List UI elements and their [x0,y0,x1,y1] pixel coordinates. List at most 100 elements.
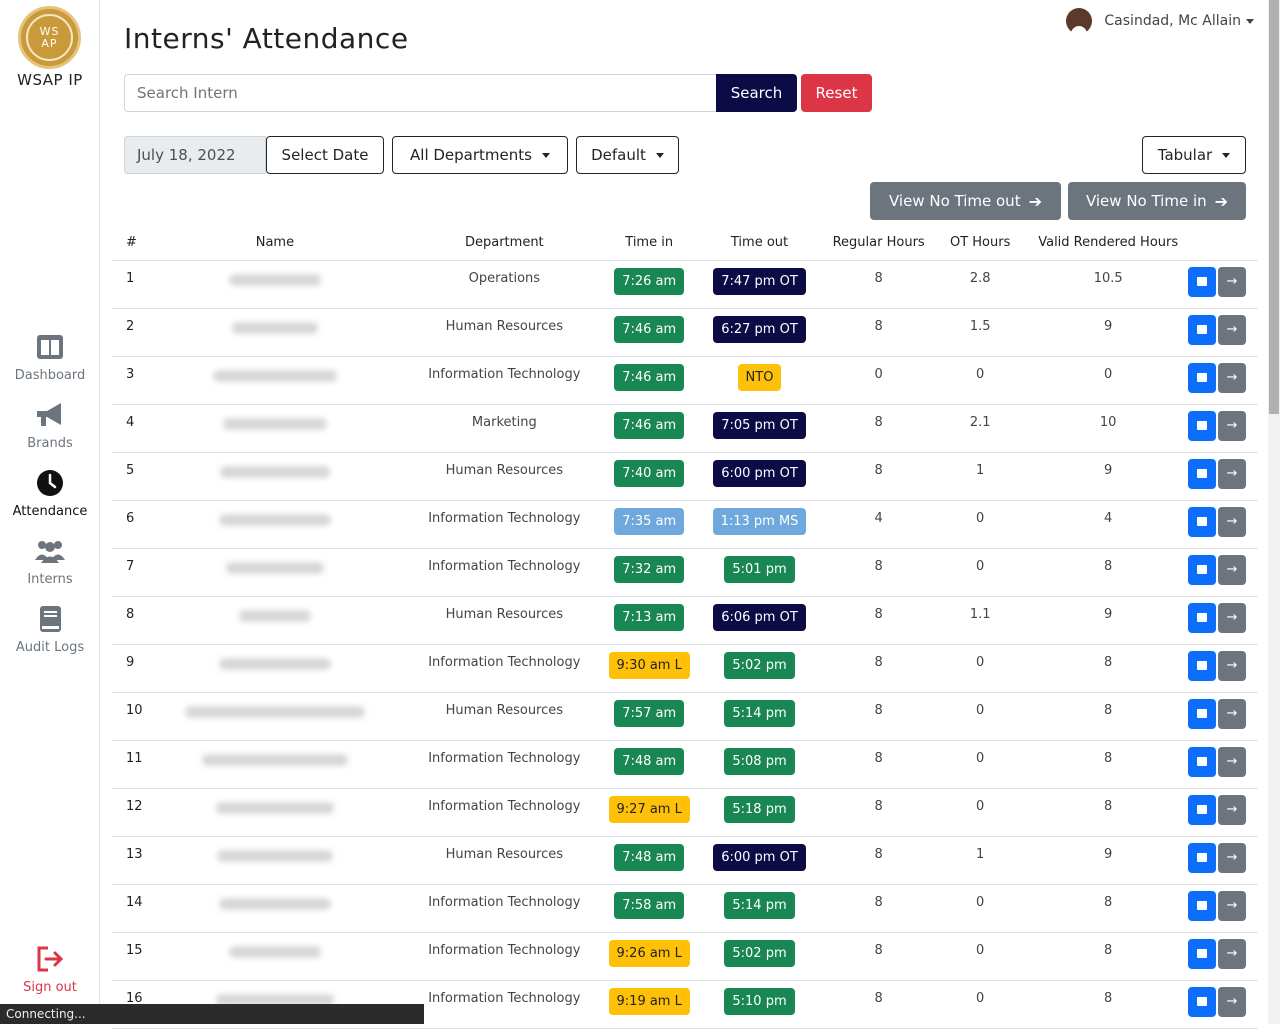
time-out-badge: 5:14 pm [724,699,795,727]
arrow-right-icon[interactable]: → [1218,650,1246,681]
valid-hours-cell: 9 [1030,308,1186,357]
image-icon[interactable] [1188,794,1216,825]
time-out-badge: 5:14 pm [724,891,795,919]
avatar [1066,8,1093,36]
department-cell: Information Technology [401,740,607,789]
select-date-button[interactable]: Select Date [266,136,384,174]
image-icon[interactable] [1188,698,1216,729]
row-actions: → [1186,548,1258,597]
sidebar-item-interns[interactable]: Interns [0,536,100,587]
valid-hours-cell: 10.5 [1030,260,1186,309]
arrow-right-icon[interactable]: → [1218,266,1246,297]
caret-down-icon [541,152,550,158]
time-in-cell: 7:58 am [606,884,692,933]
reset-button[interactable]: Reset [801,74,872,112]
department-dropdown[interactable]: All Departments [392,136,568,174]
view-no-time-out-label: View No Time out [889,192,1021,210]
image-icon[interactable] [1188,650,1216,681]
image-icon[interactable] [1188,842,1216,873]
time-out-badge: 5:02 pm [724,651,795,679]
logo-seal: WS AP [26,14,73,61]
intern-name-blurred [147,836,402,885]
time-out-badge: 5:01 pm [724,555,795,583]
search-input[interactable] [124,74,717,112]
time-out-cell: 5:01 pm [691,548,828,597]
arrow-right-icon[interactable]: → [1218,602,1246,633]
arrow-right-icon[interactable]: → [1218,458,1246,489]
arrow-right-icon[interactable]: → [1218,698,1246,729]
time-in-cell: 7:32 am [606,548,692,597]
selected-date-field[interactable]: July 18, 2022 [124,136,266,174]
arrow-right-icon[interactable]: → [1218,746,1246,777]
intern-name-blurred [147,548,402,597]
intern-name-blurred [147,644,402,693]
ot-hours-cell: 2.1 [929,404,1031,453]
scrollbar-thumb[interactable] [1269,0,1279,414]
search-button[interactable]: Search [716,74,797,112]
attendance-table: # Name Department Time in Time out Regul… [112,226,1258,1029]
arrow-right-icon[interactable]: → [1218,314,1246,345]
row-number: 9 [112,644,148,693]
scrollbar[interactable] [1268,0,1280,1024]
sign-out-button[interactable]: Sign out [0,944,100,995]
regular-hours-cell: 8 [827,644,930,693]
table-row: 13 Human Resources 7:48 am 6:00 pm OT 8 1 9 → [112,836,1258,885]
arrow-right-icon[interactable]: → [1218,938,1246,969]
department-cell: Information Technology [401,932,607,981]
image-icon[interactable] [1188,362,1216,393]
arrow-right-icon[interactable]: → [1218,842,1246,873]
view-no-time-out-button[interactable]: View No Time out ➔ [870,182,1061,220]
arrow-right-icon[interactable]: → [1218,794,1246,825]
sort-dropdown[interactable]: Default [576,136,679,174]
image-icon[interactable] [1188,410,1216,441]
wsap-logo[interactable]: WS AP [18,6,81,69]
sidebar-item-dashboard[interactable]: Dashboard [0,332,100,383]
col-header-time-out: Time out [691,226,828,261]
time-in-badge: 7:13 am [614,603,685,631]
image-icon[interactable] [1188,746,1216,777]
image-icon[interactable] [1188,458,1216,489]
row-actions: → [1186,500,1258,549]
image-icon[interactable] [1188,554,1216,585]
department-cell: Human Resources [401,836,607,885]
image-icon[interactable] [1188,890,1216,921]
arrow-right-icon[interactable]: → [1218,986,1246,1017]
regular-hours-cell: 8 [827,788,930,837]
user-menu[interactable]: Casindad, Mc Allain [1066,8,1254,36]
arrow-right-icon[interactable]: → [1218,890,1246,921]
department-cell: Human Resources [401,308,607,357]
view-mode-label: Tabular [1157,146,1213,164]
image-icon[interactable] [1188,266,1216,297]
ot-hours-cell: 1.1 [929,596,1031,645]
time-in-badge: 7:46 am [614,363,685,391]
image-icon[interactable] [1188,314,1216,345]
book-icon [40,606,61,632]
brand-name: WSAP IP [17,71,83,89]
image-icon[interactable] [1188,602,1216,633]
intern-name-blurred [147,932,402,981]
regular-hours-cell: 8 [827,548,930,597]
arrow-right-icon[interactable]: → [1218,506,1246,537]
row-actions: → [1186,452,1258,501]
time-in-cell: 7:46 am [606,308,692,357]
department-cell: Information Technology [401,356,607,405]
image-icon[interactable] [1188,938,1216,969]
valid-hours-cell: 4 [1030,500,1186,549]
sidebar-item-audit-logs[interactable]: Audit Logs [0,604,100,655]
arrow-right-icon[interactable]: → [1218,554,1246,585]
table-row: 5 Human Resources 7:40 am 6:00 pm OT 8 1 9 → [112,452,1258,501]
arrow-right-icon[interactable]: → [1218,362,1246,393]
image-icon[interactable] [1188,986,1216,1017]
table-row: 12 Information Technology 9:27 am L 5:18 pm… [112,788,1258,837]
sidebar-item-attendance[interactable]: Attendance [0,468,100,519]
view-no-time-in-button[interactable]: View No Time in ➔ [1068,182,1246,220]
image-icon[interactable] [1188,506,1216,537]
arrow-right-icon[interactable]: → [1218,410,1246,441]
valid-hours-cell: 9 [1030,596,1186,645]
sidebar-item-brands[interactable]: Brands [0,400,100,451]
col-header-department: Department [401,226,607,261]
view-mode-dropdown[interactable]: Tabular [1142,136,1246,174]
blurred-name [201,753,348,766]
sign-out-icon [37,946,64,972]
ot-hours-cell: 0 [929,356,1031,405]
